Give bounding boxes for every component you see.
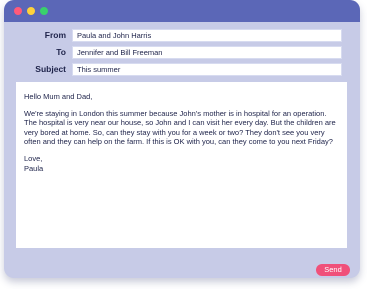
message-greeting: Hello Mum and Dad, [24, 92, 93, 101]
to-field[interactable]: Jennifer and Bill Freeman [72, 46, 342, 59]
minimize-window-icon[interactable] [27, 7, 35, 15]
from-row: From Paula and John Harris [4, 29, 360, 42]
from-label: From [44, 30, 66, 40]
from-field[interactable]: Paula and John Harris [72, 29, 342, 42]
message-paragraph: We're staying in London this summer beca… [24, 108, 336, 147]
send-button[interactable]: Send [316, 264, 350, 276]
subject-row: Subject This summer [4, 63, 360, 76]
to-label: To [56, 47, 66, 57]
title-bar [4, 0, 360, 22]
message-body[interactable]: Hello Mum and Dad, We're staying in Lond… [16, 82, 347, 248]
message-closing: Love, [24, 153, 43, 163]
message-signature: Paula [24, 163, 44, 173]
maximize-window-icon[interactable] [40, 7, 48, 15]
subject-label: Subject [35, 64, 66, 74]
close-window-icon[interactable] [14, 7, 22, 15]
subject-field[interactable]: This summer [72, 63, 342, 76]
to-row: To Jennifer and Bill Freeman [4, 46, 360, 59]
email-compose-window: From Paula and John Harris To Jennifer a… [4, 0, 360, 278]
